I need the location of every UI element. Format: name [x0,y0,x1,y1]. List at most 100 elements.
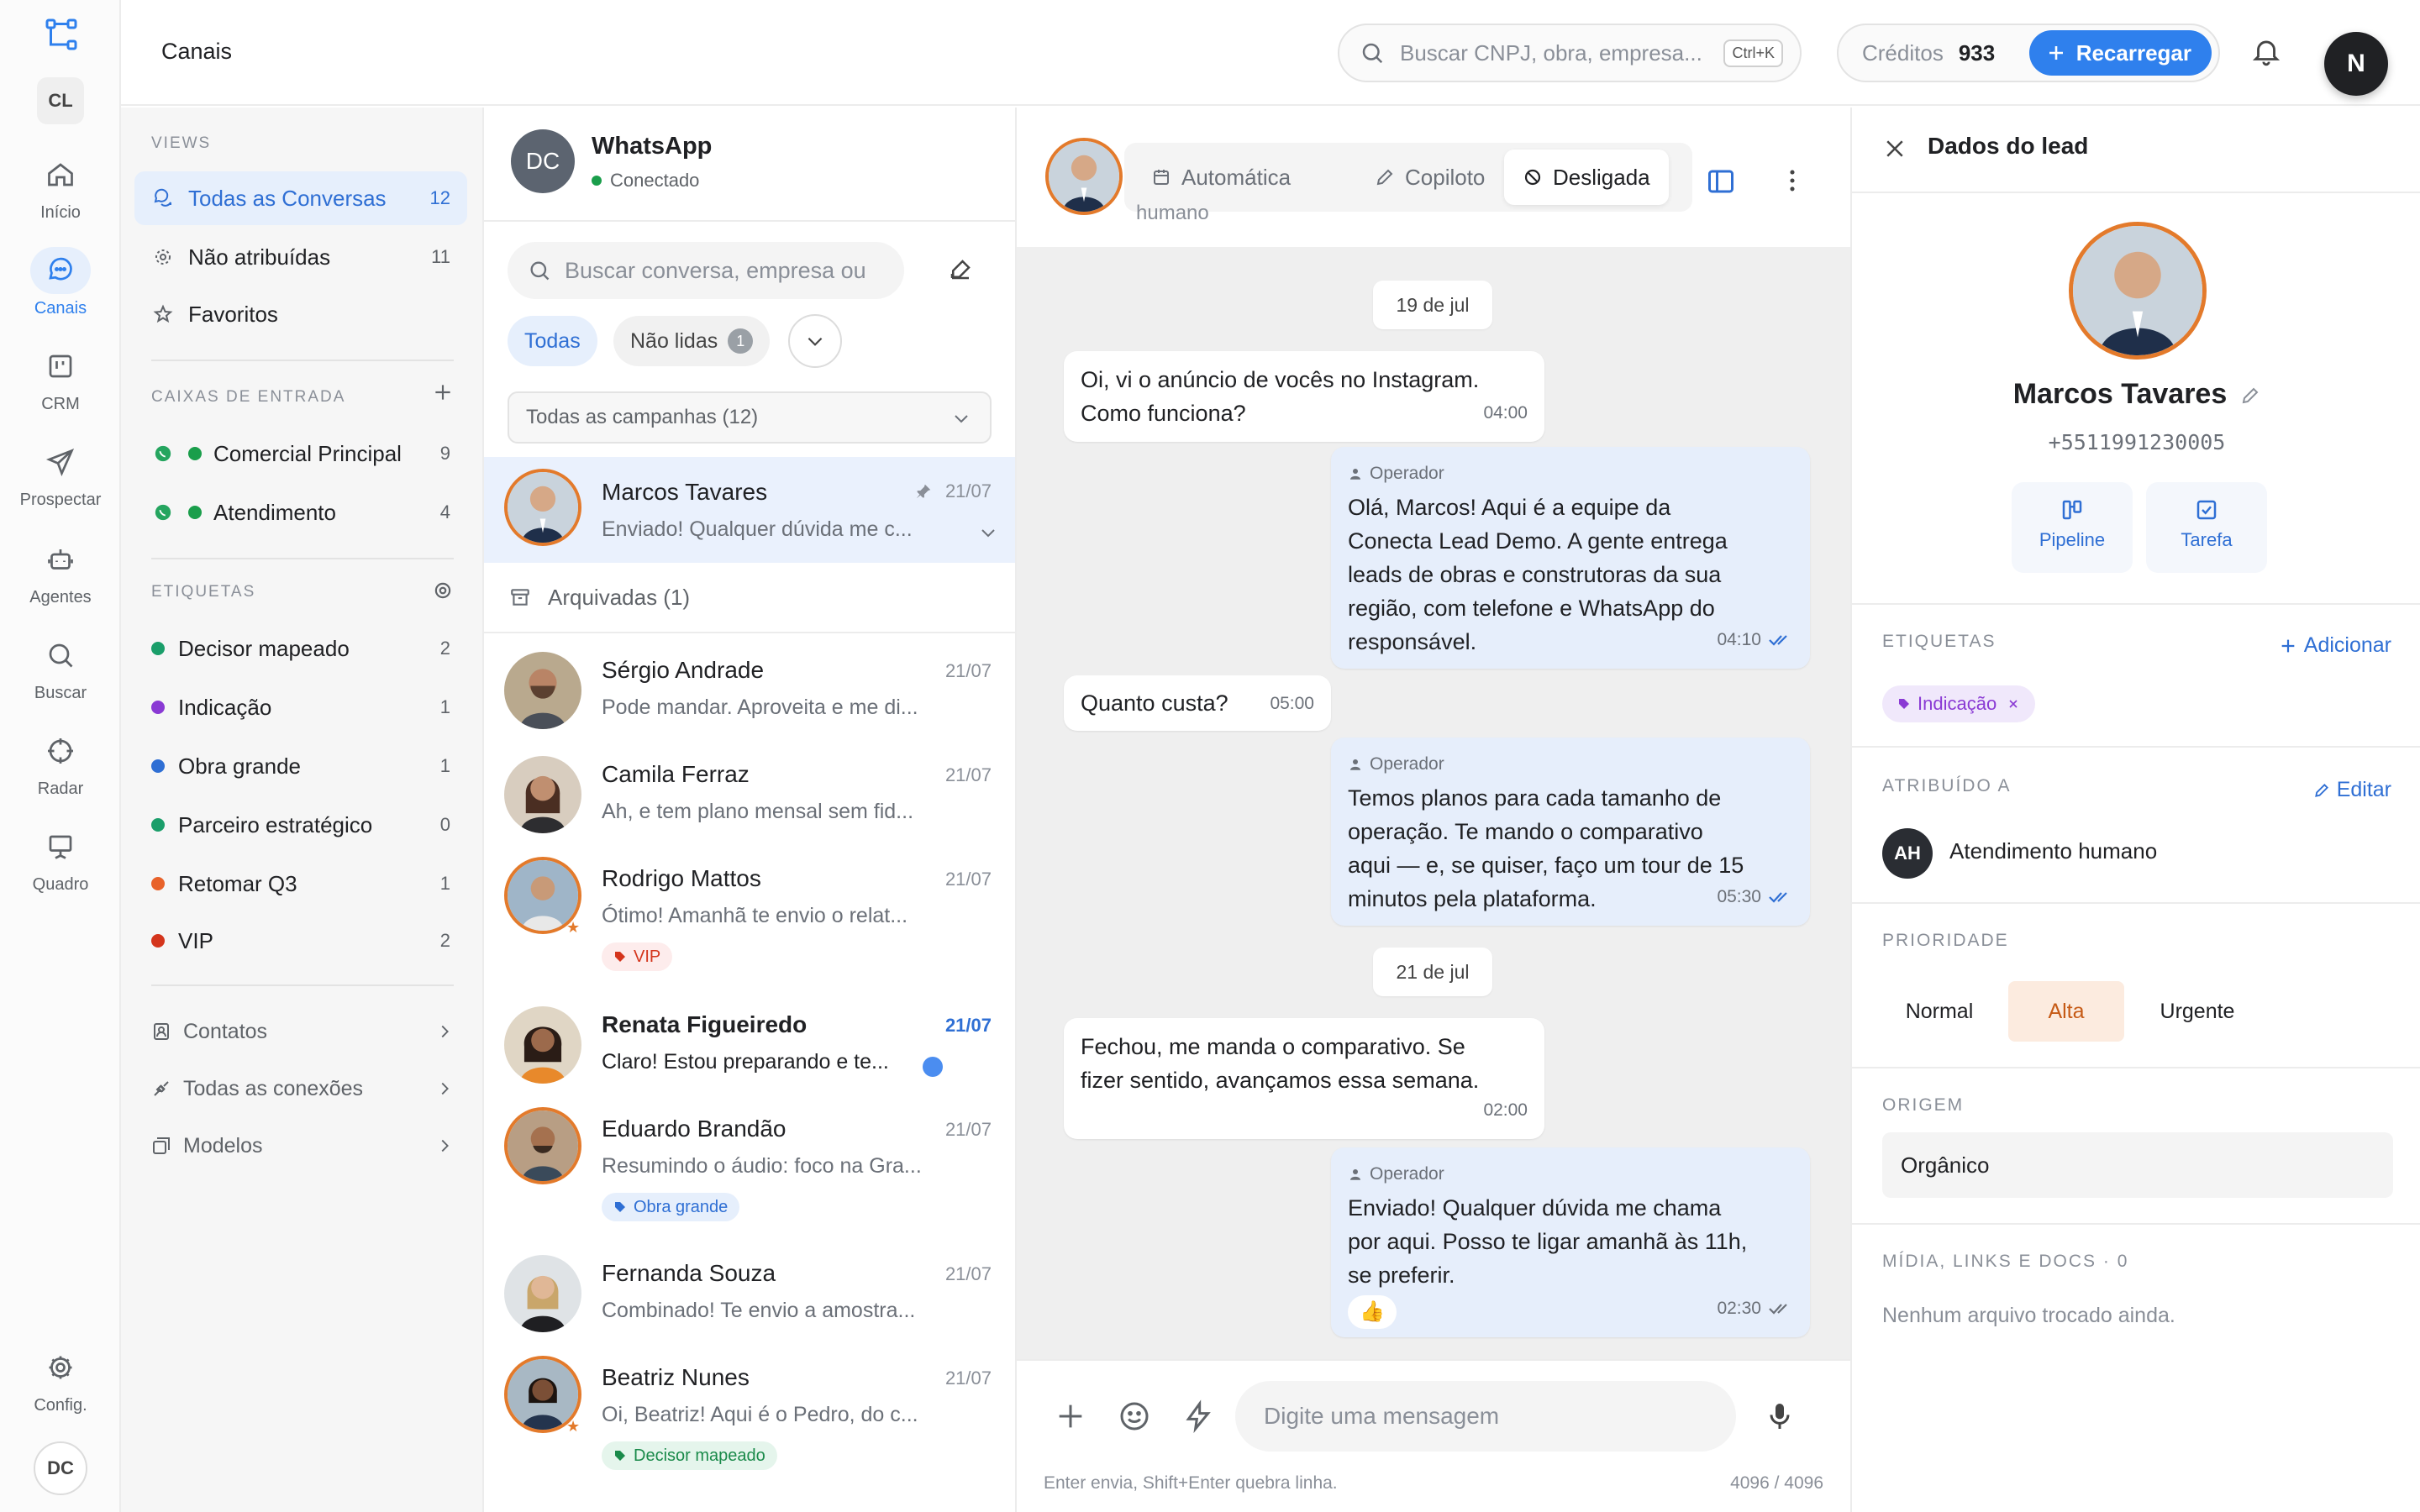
tags-settings-icon[interactable] [432,580,454,601]
sidebar-toggle-icon[interactable] [1706,166,1736,197]
origin-field[interactable]: Orgânico [1882,1132,2393,1198]
conversation-preview: Claro! Estou preparando e te... [602,1050,889,1074]
contact-photo [504,1006,581,1084]
tag-item-parceiro-estrategico[interactable]: Parceiro estratégico 0 [134,798,467,852]
mode-desligada[interactable]: Desligada [1504,150,1669,205]
campaign-select-value: Todas as campanhas (12) [526,406,759,428]
status-dot [188,447,202,460]
more-options-icon[interactable] [1778,166,1807,195]
chevron-down-icon [951,408,971,428]
conversation-row[interactable]: ★ Beatriz Nunes 21/07 Oi, Beatriz! Aqui … [484,1342,1015,1487]
close-icon[interactable] [1882,136,1907,161]
search-placeholder: Buscar CNPJ, obra, empresa... [1400,39,1702,66]
edit-assignee-button[interactable]: Editar [2313,778,2391,802]
assignee-avatar: AH [1882,828,1933,879]
conversation-search-input[interactable]: Buscar conversa, empresa ou [508,242,904,299]
link-contatos[interactable]: Contatos [151,1010,454,1053]
filter-chip-all[interactable]: Todas [508,316,597,366]
rail-item-canais[interactable]: Canais [0,247,121,318]
rail-item-radar[interactable]: Radar [0,727,121,799]
contact-photo [504,1107,581,1184]
bell-icon[interactable] [2250,35,2282,67]
view-item-unassigned[interactable]: Não atribuídas 11 [134,230,467,284]
add-inbox-icon[interactable] [432,381,454,403]
campaign-select[interactable]: Todas as campanhas (12) [508,391,992,444]
message-outgoing: Operador Temos planos para cada tamanho … [1331,738,1810,926]
edit-pencil-icon[interactable] [2240,386,2260,406]
more-filters-button[interactable] [788,314,842,368]
chevron-right-icon [435,1137,454,1155]
pipeline-button[interactable]: Pipeline [2012,482,2133,573]
inbox-item-atendimento[interactable]: Atendimento 4 [134,486,467,539]
message-text: Temos planos para cada tamanho de [1348,785,1722,811]
message-incoming: Fechou, me manda o comparativo. Se fizer… [1064,1018,1544,1139]
link-modelos[interactable]: Modelos [151,1124,454,1168]
tag-item-decisor-mapeado[interactable]: Decisor mapeado 2 [134,622,467,675]
logo-icon[interactable] [45,18,77,50]
divider [151,360,454,361]
conversation-row[interactable]: ★ Rodrigo Mattos 21/07 Ótimo! Amanhã te … [484,843,1015,990]
chat-contact-photo[interactable] [1045,138,1123,215]
compose-icon[interactable] [948,257,973,282]
archived-label: Arquivadas (1) [548,585,691,610]
mode-automatica[interactable]: Automática [1133,150,1309,205]
conversation-row[interactable]: Camila Ferraz 21/07 Ah, e tem plano mens… [484,739,1015,843]
user-badge[interactable]: DC [34,1441,87,1495]
plus-icon[interactable] [1054,1399,1087,1433]
view-item-favorites[interactable]: Favoritos [134,287,467,341]
presentation-icon [30,823,91,870]
media-empty-state: Nenhum arquivo trocado ainda. [1882,1304,2175,1327]
lead-photo[interactable] [2069,222,2207,360]
view-item-all-conversations[interactable]: Todas as Conversas 12 [134,171,467,225]
reaction-badge[interactable]: 👍 [1348,1295,1397,1329]
contact-photo [504,1255,581,1332]
global-search-input[interactable]: Buscar CNPJ, obra, empresa... Ctrl+K [1338,24,1802,82]
mode-label: Desligada [1553,164,1650,190]
workspace-badge[interactable]: CL [37,77,84,124]
chevron-down-icon[interactable] [978,522,998,543]
lead-tag-badge: Indicação [1882,685,2036,722]
message-text: aqui — e, se quiser, faço um tour de 15 [1348,853,1744,878]
conversation-row[interactable]: Fernanda Souza 21/07 Combinado! Te envio… [484,1238,1015,1342]
tag-label: Decisor mapeado [634,1446,765,1465]
remove-tag-icon[interactable] [2007,697,2020,711]
tag-item-retomar-q3[interactable]: Retomar Q3 1 [134,857,467,911]
task-button[interactable]: Tarefa [2146,482,2267,573]
conversation-row[interactable]: Marcos Tavares 21/07 Enviado! Qualquer d… [484,457,1015,563]
add-tag-button[interactable]: Adicionar [2279,633,2391,658]
filter-chip-unread[interactable]: Não lidas 1 [613,316,771,366]
rail-item-config[interactable]: Config. [0,1344,121,1415]
recharge-button[interactable]: Recarregar [2028,30,2212,76]
tag-item-obra-grande[interactable]: Obra grande 1 [134,739,467,793]
rail-label: Início [40,203,81,222]
link-conexoes[interactable]: Todas as conexões [151,1067,454,1110]
lightning-icon[interactable] [1181,1399,1215,1433]
rail-item-crm[interactable]: CRM [0,343,121,414]
conversation-row[interactable]: Eduardo Brandão 21/07 Resumindo o áudio:… [484,1094,1015,1238]
rail-item-agentes[interactable]: Agentes [0,536,121,607]
rail-item-quadro[interactable]: Quadro [0,823,121,895]
day-separator: 19 de jul [1373,281,1492,329]
message-text: se preferir. [1348,1263,1455,1288]
priority-alta[interactable]: Alta [2008,981,2124,1042]
user-avatar[interactable]: N [2324,32,2388,96]
emoji-icon[interactable] [1118,1399,1151,1433]
credits-widget: Créditos 933 Recarregar [1837,24,2220,82]
tag-label: Indicação [1918,693,1997,714]
tag-item-vip[interactable]: VIP 2 [134,914,467,968]
priority-normal[interactable]: Normal [1882,981,1996,1042]
rail-item-buscar[interactable]: Buscar [0,632,121,703]
rail-item-inicio[interactable]: Início [0,151,121,223]
message-outgoing: Operador Enviado! Qualquer dúvida me cha… [1331,1147,1810,1337]
conversation-row[interactable]: Renata Figueiredo 21/07 Claro! Estou pre… [484,990,1015,1094]
microphone-icon[interactable] [1763,1399,1797,1433]
priority-urgente[interactable]: Urgente [2136,981,2259,1042]
inbox-item-comercial[interactable]: Comercial Principal 9 [134,427,467,480]
rail-item-prospectar[interactable]: Prospectar [0,438,121,510]
mode-copiloto[interactable]: Copiloto [1356,150,1503,205]
tag-label: VIP [178,927,213,953]
message-input[interactable]: Digite uma mensagem [1235,1381,1736,1452]
conversation-row[interactable]: Sérgio Andrade 21/07 Pode mandar. Aprove… [484,635,1015,739]
tag-item-indicacao[interactable]: Indicação 1 [134,680,467,734]
archived-row[interactable]: Arquivadas (1) [484,563,1015,633]
